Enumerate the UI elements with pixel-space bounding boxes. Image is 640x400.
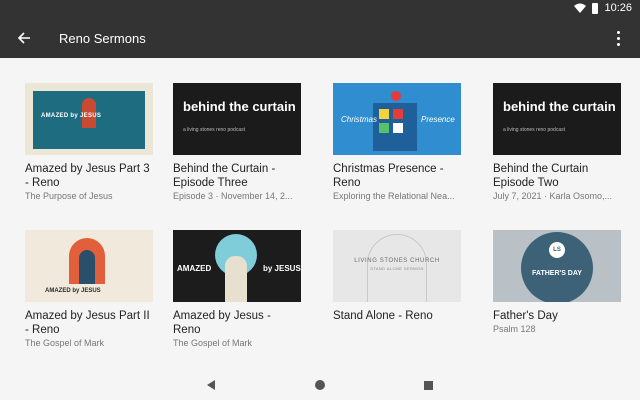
thumbnail-subtext: STAND ALONE SERMON	[370, 266, 424, 271]
sermon-grid: AMAZED by JESUS Amazed by Jesus Part 3 -…	[0, 58, 640, 370]
sermon-card[interactable]: Christmas Presence Christmas Presence - …	[333, 83, 463, 201]
person-figure	[225, 256, 247, 302]
thumbnail-text: AMAZED by JESUS	[45, 288, 101, 294]
more-vert-icon	[616, 30, 620, 34]
nav-recents-button[interactable]	[419, 376, 437, 394]
triangle-back-icon	[207, 380, 215, 390]
app-bar: Reno Sermons	[0, 18, 640, 58]
present-block	[379, 109, 389, 119]
sermon-title: Stand Alone - Reno	[333, 310, 433, 322]
more-vert-icon-dot	[616, 42, 620, 46]
page-title: Reno Sermons	[59, 30, 146, 46]
status-icons: 10:26	[574, 2, 632, 14]
sermon-card[interactable]: behind the curtain a living stones reno …	[493, 83, 623, 201]
thumbnail-text: AMAZED by JESUS	[41, 113, 102, 119]
sermon-subtitle: Exploring the Relational Nea...	[333, 191, 455, 201]
sermon-card[interactable]: behind the curtain a living stones reno …	[173, 83, 303, 201]
present-block	[379, 123, 389, 133]
more-vert-icon-dot	[616, 36, 620, 40]
present-block	[393, 123, 403, 133]
thumbnail-text: FATHER'S DAY	[532, 270, 582, 277]
sermon-thumbnail: LS FATHER'S DAY	[493, 230, 621, 302]
sermon-subtitle: The Gospel of Mark	[173, 338, 253, 348]
sermon-thumbnail: AMAZED by JESUS	[25, 230, 153, 302]
sermon-card[interactable]: AMAZED by JESUS Amazed by Jesus Part II …	[25, 230, 155, 348]
arrow-back-icon	[17, 32, 30, 44]
sermon-thumbnail: AMAZED by JESUS	[25, 83, 153, 155]
sermon-title: Behind the Curtain - Episode Three	[173, 163, 276, 189]
bow-icon	[391, 91, 401, 101]
nav-back-button[interactable]	[202, 376, 220, 394]
sermon-subtitle: July 7, 2021 · Karla Osomo,...	[493, 191, 613, 201]
thumbnail-text-right: Presence	[421, 115, 455, 124]
sermon-title: Christmas Presence - Reno	[333, 163, 444, 189]
status-time: 10:26	[604, 2, 632, 14]
nav-home-button[interactable]	[311, 376, 329, 394]
sermon-card[interactable]: AMAZED by JESUS Amazed by Jesus Part 3 -…	[25, 83, 155, 201]
thumbnail-text: LIVING STONES CHURCH	[354, 258, 440, 264]
thumbnail-text: behind the curtain	[503, 99, 616, 114]
more-options-button[interactable]	[606, 26, 630, 50]
sermon-title: Behind the Curtain Episode Two	[493, 163, 589, 189]
thumbnail-text: behind the curtain	[183, 99, 296, 114]
figure-shape	[79, 250, 95, 284]
sermon-subtitle: Episode 3 · November 14, 2...	[173, 191, 293, 201]
sermon-subtitle: The Purpose of Jesus	[25, 191, 113, 201]
sermon-thumbnail: behind the curtain a living stones reno …	[173, 83, 301, 155]
system-nav-bar	[0, 370, 640, 400]
sermon-subtitle: The Gospel of Mark	[25, 338, 105, 348]
sermon-title: Amazed by Jesus - Reno	[173, 310, 271, 336]
status-bar: 10:26	[0, 0, 640, 18]
battery-icon	[592, 2, 599, 14]
sermon-subtitle: Psalm 128	[493, 324, 536, 334]
sermon-title: Amazed by Jesus Part 3 - Reno	[25, 163, 150, 189]
square-recents-icon	[423, 380, 433, 390]
thumbnail-subtext: a living stones reno podcast	[183, 127, 245, 133]
thumbnail-text-left: AMAZED	[177, 264, 212, 273]
thumbnail-text-right: by JESUS	[263, 264, 301, 273]
circle-home-icon	[315, 380, 325, 390]
sermon-thumbnail: LIVING STONES CHURCH STAND ALONE SERMON	[333, 230, 461, 302]
church-logo-icon: LS	[549, 242, 565, 258]
sermon-thumbnail: behind the curtain a living stones reno …	[493, 83, 621, 155]
back-button[interactable]	[0, 18, 48, 58]
present-block	[393, 109, 403, 119]
thumbnail-subtext: a living stones reno podcast	[503, 127, 565, 133]
sermon-title: Father's Day	[493, 310, 558, 322]
sermon-card[interactable]: LIVING STONES CHURCH STAND ALONE SERMON …	[333, 230, 463, 324]
wifi-icon	[574, 3, 587, 13]
sermon-thumbnail: AMAZED by JESUS	[173, 230, 301, 302]
thumbnail-text-left: Christmas	[341, 115, 378, 124]
sermon-card[interactable]: AMAZED by JESUS Amazed by Jesus - Reno T…	[173, 230, 303, 348]
sermon-thumbnail: Christmas Presence	[333, 83, 461, 155]
sermon-title: Amazed by Jesus Part II - Reno	[25, 310, 150, 336]
sermon-card[interactable]: LS FATHER'S DAY Father's Day Psalm 128	[493, 230, 623, 334]
